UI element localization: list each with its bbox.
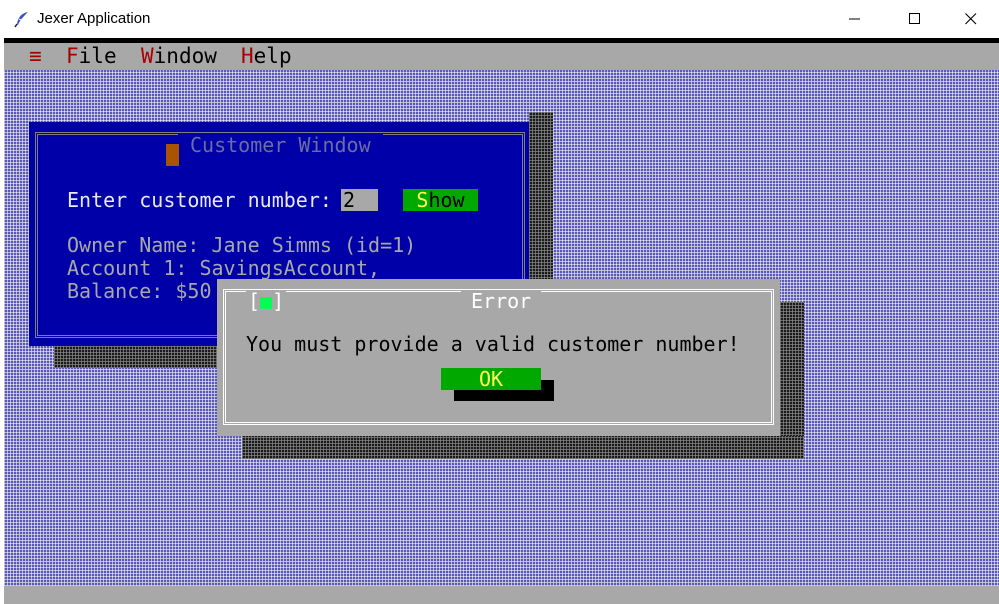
menu-file-label: ile <box>78 44 117 68</box>
error-dialog[interactable]: [■] Error You must provide a valid custo… <box>217 279 780 436</box>
menu-file[interactable]: File <box>66 43 117 70</box>
text-cursor <box>166 144 179 166</box>
minimize-icon <box>849 18 860 20</box>
window-title: Jexer Application <box>37 10 151 27</box>
menu-help-hotkey: H <box>241 44 254 68</box>
terminal-screen: ≡ File Window Help Customer Window Enter… <box>4 38 999 604</box>
balance-text: Balance: $50 <box>67 279 212 303</box>
account-text: Account 1: SavingsAccount, <box>67 256 381 280</box>
ok-button[interactable]: OK <box>441 368 541 390</box>
error-dialog-shadow-bottom <box>242 436 804 459</box>
close-button[interactable] <box>948 0 994 38</box>
error-dialog-frame: [■] Error <box>223 289 774 425</box>
maximize-button[interactable] <box>892 0 938 38</box>
close-box-icon: ■ <box>260 289 273 313</box>
owner-name-text: Owner Name: Jane Simms (id=1) <box>67 233 417 257</box>
error-dialog-title: Error <box>461 290 542 312</box>
menu-file-hotkey: F <box>66 44 79 68</box>
minimize-button[interactable] <box>832 0 878 38</box>
show-button-hotkey: S <box>416 188 429 212</box>
customer-number-input[interactable]: 2 <box>341 189 378 211</box>
menu-window-hotkey: W <box>141 44 154 68</box>
desktop-background: Customer Window Enter customer number: 2… <box>4 70 999 586</box>
menu-window[interactable]: Window <box>141 43 217 70</box>
maximize-icon <box>909 13 920 24</box>
system-menu-icon[interactable]: ≡ <box>29 43 42 70</box>
close-icon <box>965 13 977 25</box>
title-bar: Jexer Application <box>0 0 999 38</box>
close-bracket-left: [ <box>248 289 261 313</box>
menu-help[interactable]: Help <box>241 43 292 70</box>
show-button[interactable]: Show <box>403 189 478 211</box>
customer-window-title: Customer Window <box>178 133 383 157</box>
dialog-close-button[interactable]: [■] <box>246 289 287 313</box>
close-bracket-right: ] <box>272 289 285 313</box>
error-message: You must provide a valid customer number… <box>246 332 740 356</box>
show-button-label: how <box>428 188 465 212</box>
menu-window-label: indow <box>153 44 217 68</box>
feather-quill-icon <box>14 12 28 28</box>
status-bar <box>4 586 999 604</box>
menu-bar: ≡ File Window Help <box>4 43 999 70</box>
customer-number-label: Enter customer number: <box>67 188 332 212</box>
menu-help-label: elp <box>253 44 292 68</box>
